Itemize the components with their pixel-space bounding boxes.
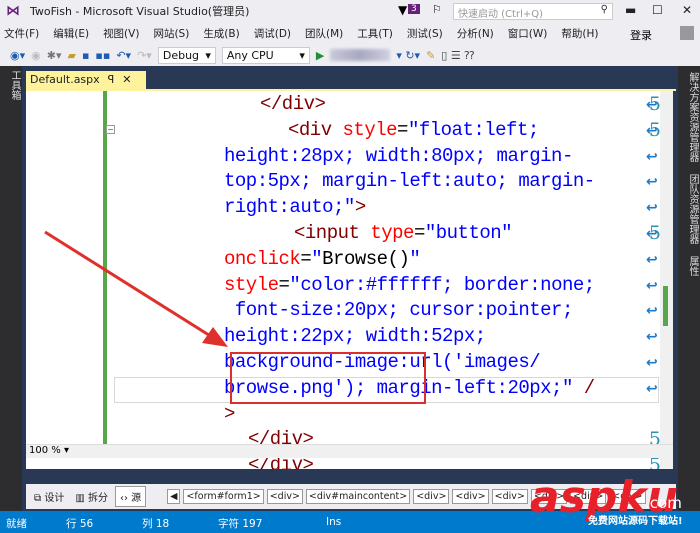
zoom-bar: 100 % ▾ xyxy=(26,444,673,458)
start-icon[interactable]: ▶ xyxy=(316,49,324,62)
tab-default-aspx[interactable]: Default.aspx ꟼ ✕ xyxy=(26,71,146,89)
word-wrap-icon: ↩ xyxy=(646,329,658,346)
word-wrap-icon: ↩ xyxy=(646,277,658,294)
breadcrumb-item[interactable]: <div> xyxy=(413,489,450,504)
watermark-tld: .com xyxy=(645,494,682,512)
menu-item[interactable]: 视图(V) xyxy=(103,26,139,41)
word-wrap-icon: ↩ xyxy=(646,380,658,397)
save-icon[interactable]: ▪ xyxy=(82,49,89,62)
word-wrap-icon: ↩ xyxy=(646,97,658,113)
menu-item[interactable]: 团队(M) xyxy=(305,26,343,41)
breadcrumb-item[interactable]: <div#maincontent> xyxy=(305,489,411,504)
scroll-marker xyxy=(663,286,668,326)
back-icon[interactable]: ◉▾ xyxy=(10,49,25,62)
split-view-button[interactable]: ▥ 拆分 xyxy=(71,487,112,506)
chevron-down-icon: ▾ xyxy=(205,48,211,62)
code-line[interactable]: style="color:#ffffff; border:none; xyxy=(224,274,595,296)
status-mode: Ins xyxy=(326,516,342,528)
status-char: 字符 197 xyxy=(218,518,263,530)
undo-icon[interactable]: ↶▾ xyxy=(116,49,131,62)
login-link[interactable]: 登录 xyxy=(630,27,652,43)
code-line[interactable]: </div> xyxy=(260,93,326,115)
notification-flag-icon[interactable]: ▼ xyxy=(398,3,407,17)
word-wrap-icon: ↩ xyxy=(646,174,658,191)
breadcrumb-item[interactable]: <div> xyxy=(452,489,489,504)
menu-item[interactable]: 网站(S) xyxy=(153,26,189,41)
right-panel-tab[interactable]: 属性 xyxy=(687,256,698,276)
search-icon: ⚲ xyxy=(600,4,608,15)
menu-item[interactable]: 调试(D) xyxy=(254,26,291,41)
menu-item[interactable]: 生成(B) xyxy=(203,26,239,41)
tab-close-icon[interactable]: ✕ xyxy=(122,73,131,87)
close-button[interactable]: ✕ xyxy=(682,3,692,17)
word-wrap-icon: ↩ xyxy=(646,200,658,217)
right-panel-tab[interactable]: 解决方案资源管理器 xyxy=(687,72,698,162)
breadcrumb-item[interactable]: <div> xyxy=(266,489,303,504)
quick-launch-input[interactable]: 快速启动 (Ctrl+Q) ⚲ xyxy=(453,3,613,20)
new-project-icon[interactable]: ✱▾ xyxy=(47,49,62,62)
code-line[interactable]: height:22px; width:52px; xyxy=(224,325,486,347)
right-panel-tabs: 解决方案资源管理器团队资源管理器属性 xyxy=(678,66,700,511)
toolbox-panel-tab[interactable]: 工具箱 xyxy=(0,66,22,511)
status-column: 列 18 xyxy=(142,518,170,530)
minimize-button[interactable]: ▬ xyxy=(625,3,636,17)
highlight-box xyxy=(230,352,426,404)
avatar[interactable] xyxy=(680,26,694,40)
code-line[interactable]: <input type="button" xyxy=(294,222,513,244)
status-line: 行 56 xyxy=(66,518,94,530)
word-wrap-icon: ↩ xyxy=(646,355,658,371)
feedback-icon[interactable]: ⚐ xyxy=(432,3,442,16)
window-title: TwoFish - Microsoft Visual Studio(管理员) xyxy=(30,5,250,18)
maximize-button[interactable]: ☐ xyxy=(652,3,663,17)
document-icon[interactable]: ▯ ☰ ⁇ xyxy=(441,49,474,62)
breadcrumb-scroll-left-icon[interactable]: ◀ xyxy=(167,489,181,504)
code-line[interactable]: font-size:20px; cursor:pointer; xyxy=(224,299,573,321)
word-wrap-icon: ↩ xyxy=(646,303,658,320)
source-view-button[interactable]: ‹› 源 xyxy=(114,486,147,507)
menu-item[interactable]: 分析(N) xyxy=(457,26,494,41)
menu-item[interactable]: 文件(F) xyxy=(4,26,39,41)
breadcrumb-item[interactable]: <div> xyxy=(491,489,528,504)
breadcrumb-item[interactable]: <form#form1> xyxy=(183,489,264,504)
vertical-scrollbar[interactable] xyxy=(660,91,673,469)
code-line[interactable]: onclick="Browse()" xyxy=(224,248,421,270)
menu-item[interactable]: 工具(T) xyxy=(357,26,393,41)
redo-icon[interactable]: ↷▾ xyxy=(137,49,152,62)
word-wrap-icon: ↩ xyxy=(646,122,658,139)
save-all-icon[interactable]: ▪▪ xyxy=(95,49,110,62)
chevron-down-icon: ▾ xyxy=(299,48,305,62)
word-wrap-icon: ↩ xyxy=(646,148,658,165)
code-editor[interactable]: − 54</div>↩55<div style="float:left;↩hei… xyxy=(26,91,673,469)
open-icon[interactable]: ▰ xyxy=(67,49,75,62)
code-line[interactable]: height:28px; width:80px; margin- xyxy=(224,145,573,167)
right-panel-tab[interactable]: 团队资源管理器 xyxy=(687,174,698,244)
toolbar: ◉▾ ◉ ✱▾ ▰ ▪ ▪▪ ↶▾ ↷▾ Debug ▾ Any CPU ▾ ▶ ▾… xyxy=(0,44,700,66)
menu-item[interactable]: 测试(S) xyxy=(407,26,443,41)
code-line[interactable]: <div style="float:left; xyxy=(288,119,539,141)
code-line[interactable]: right:auto;"> xyxy=(224,196,366,218)
watermark-slogan: 免费网站源码下载站! xyxy=(588,516,683,527)
design-view-button[interactable]: ⧉ 设计 xyxy=(30,487,68,506)
platform-dropdown[interactable]: Any CPU ▾ xyxy=(221,46,310,64)
change-indicator-bar xyxy=(103,91,107,451)
fold-toggle-icon[interactable]: − xyxy=(106,125,115,134)
menu-bar: 文件(F) 编辑(E) 视图(V) 网站(S) 生成(B) 调试(D) 团队(M) 工具(T)… xyxy=(0,22,700,44)
refresh-icon[interactable]: ▾ ↻▾ xyxy=(396,49,420,62)
word-wrap-icon: ↩ xyxy=(646,251,658,268)
notification-badge[interactable]: 3 xyxy=(408,4,420,14)
pin-icon[interactable]: ꟼ xyxy=(108,73,115,87)
menu-item[interactable]: 窗口(W) xyxy=(508,26,548,41)
code-line[interactable]: top:5px; margin-left:auto; margin- xyxy=(224,170,595,192)
menu-item[interactable]: 编辑(E) xyxy=(53,26,89,41)
word-wrap-icon: ↩ xyxy=(646,226,658,242)
visual-studio-logo-icon: ⋈ xyxy=(6,3,20,19)
configuration-dropdown[interactable]: Debug ▾ xyxy=(157,46,216,64)
forward-icon[interactable]: ◉ xyxy=(31,49,41,62)
browser-selector[interactable] xyxy=(330,49,391,61)
status-ready: 就绪 xyxy=(6,518,27,530)
menu-item[interactable]: 帮助(H) xyxy=(561,26,598,41)
code-line[interactable]: > xyxy=(224,403,235,425)
zoom-dropdown[interactable]: 100 % xyxy=(29,445,61,456)
find-icon[interactable]: ✎ xyxy=(426,49,435,62)
